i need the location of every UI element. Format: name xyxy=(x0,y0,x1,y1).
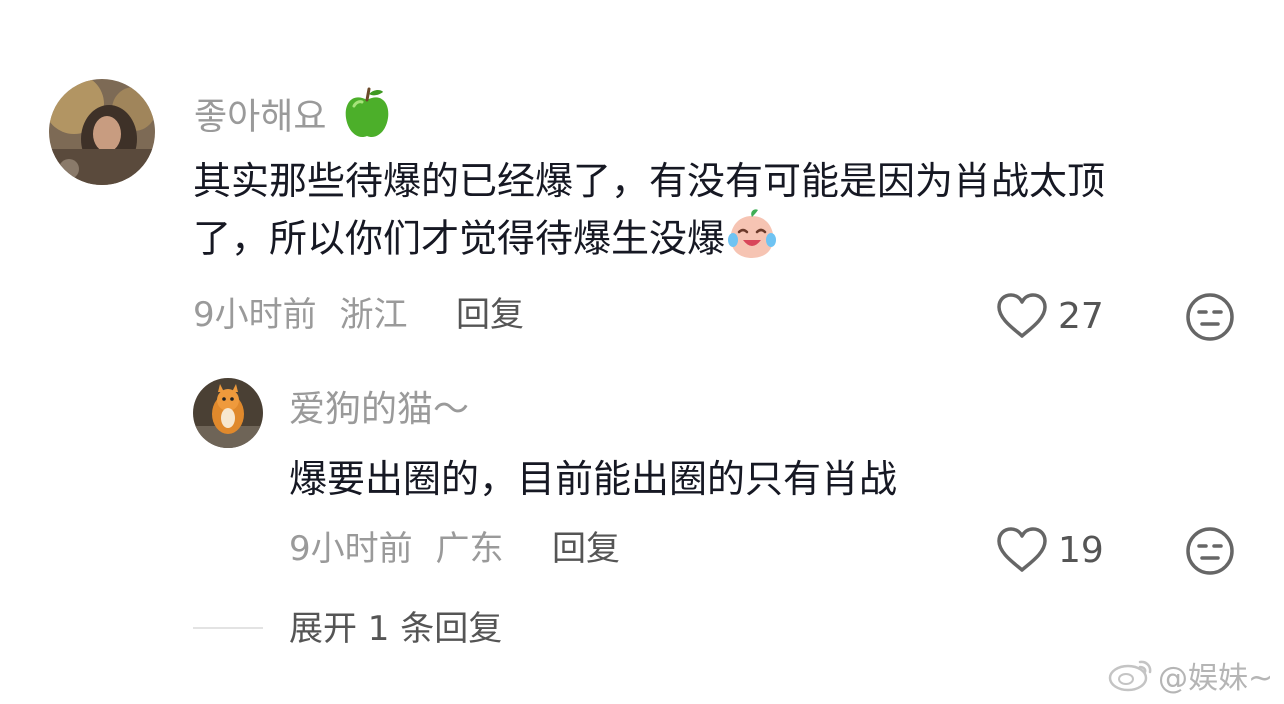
expand-divider xyxy=(193,627,263,629)
comment-time: 9小时前 xyxy=(193,295,317,335)
comment-meta: 9小时前 浙江 xyxy=(193,294,407,336)
reply-like-count: 19 xyxy=(1058,530,1104,571)
heart-icon[interactable] xyxy=(996,292,1048,344)
reply-username[interactable]: 爱狗的猫～ xyxy=(289,388,469,432)
reply-text: 爆要出圈的，目前能出圈的只有肖战 xyxy=(289,457,898,501)
reply-meta: 9小时前 广东 xyxy=(289,528,503,570)
crying-laughing-peach-icon xyxy=(725,208,779,274)
expand-replies-button[interactable]: 展开 1 条回复 xyxy=(289,608,502,650)
watermark: @娱妹~ xyxy=(1108,656,1273,703)
weibo-icon xyxy=(1108,656,1154,703)
reply-reply-button[interactable]: 回复 xyxy=(552,528,620,570)
comment-location: 浙江 xyxy=(339,295,408,335)
comment-username[interactable]: 좋아해요 xyxy=(194,86,392,151)
reply-time: 9小时前 xyxy=(289,529,413,569)
reply-location: 广东 xyxy=(435,529,504,569)
green-apple-icon xyxy=(342,86,392,151)
reply-avatar[interactable] xyxy=(193,378,263,448)
dislike-face-icon[interactable] xyxy=(1185,292,1235,346)
dislike-face-icon[interactable] xyxy=(1185,526,1235,580)
comment-reply-button[interactable]: 回复 xyxy=(456,294,524,336)
heart-icon[interactable] xyxy=(996,526,1048,578)
comment-text: 其实那些待爆的已经爆了，有没有可能是因为肖战太顶 了，所以你们才觉得待爆生没爆 xyxy=(193,154,1233,274)
comment-avatar[interactable] xyxy=(49,79,155,185)
watermark-text: @娱妹~ xyxy=(1158,661,1274,696)
comment-like-count: 27 xyxy=(1058,296,1104,337)
